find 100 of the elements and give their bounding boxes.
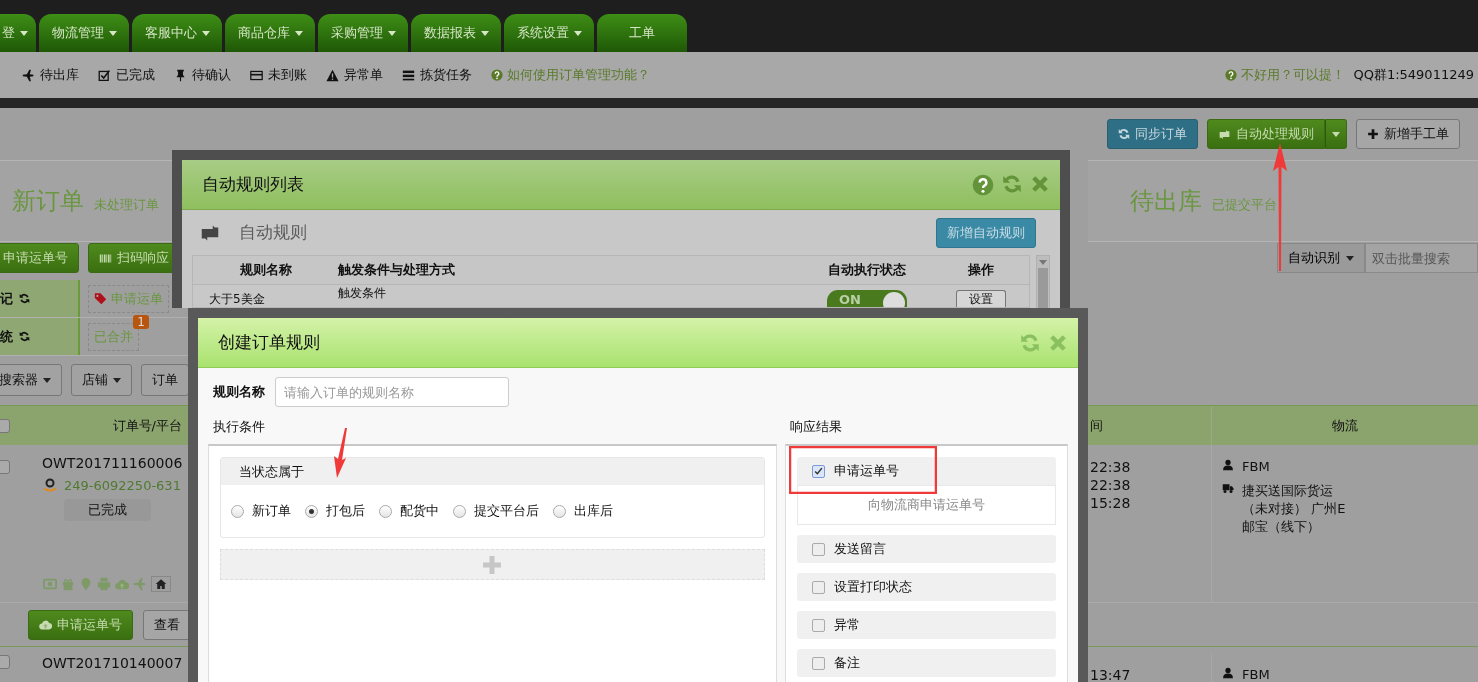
nav-tab[interactable]: 数据报表 — [411, 14, 501, 52]
checkbox-option[interactable]: 备注 — [796, 649, 1056, 677]
step-subtitle: 未处理订单 — [94, 196, 159, 214]
section-label: 响应结果 — [788, 418, 843, 436]
checkbox-option[interactable]: 设置打印状态 — [796, 573, 1056, 601]
subnav-link[interactable]: 待确认 — [174, 66, 231, 84]
annotation-arrow — [334, 428, 347, 478]
option-description: 向物流商申请运单号 — [796, 485, 1056, 525]
checkbox-option[interactable]: 申请运单号 — [796, 457, 1056, 485]
refresh-icon — [1118, 128, 1130, 140]
view-button[interactable]: 查看 — [143, 609, 188, 640]
rule-name-field[interactable]: 请输入订单的规则名称 — [275, 377, 509, 407]
nav-tab[interactable]: 商品仓库 — [225, 14, 315, 52]
checkbox[interactable] — [0, 655, 10, 669]
plane-icon — [22, 68, 35, 82]
subnav-link[interactable]: 已完成 — [98, 66, 155, 84]
radio-option[interactable]: 出库后 — [553, 502, 613, 520]
close-icon[interactable] — [1048, 332, 1068, 353]
close-icon[interactable] — [1030, 173, 1050, 194]
nav-tab[interactable]: 物流管理 — [39, 14, 129, 52]
checkbox[interactable] — [811, 618, 825, 632]
checkbox[interactable] — [811, 464, 825, 478]
sync-button[interactable]: 同步订单 — [1107, 119, 1198, 149]
scrollbar[interactable] — [1036, 255, 1050, 308]
radio-button[interactable] — [553, 504, 566, 518]
home-button[interactable] — [151, 576, 171, 592]
refresh-icon — [19, 331, 30, 342]
refresh-icon[interactable] — [1002, 173, 1022, 194]
subnav-link[interactable]: 待出库 — [22, 66, 79, 84]
qq-group-text: QQ群1:549011249 — [1353, 66, 1474, 84]
radio-button[interactable] — [231, 504, 244, 518]
checkbox[interactable] — [0, 418, 10, 433]
nav-tab[interactable]: 系统设置 — [504, 14, 594, 52]
filter-dropdown[interactable]: 订单 — [141, 364, 188, 396]
radio-option[interactable]: 新订单 — [231, 502, 291, 520]
nav-tab[interactable]: 登 — [0, 14, 36, 52]
order-time: 15:28 — [1090, 495, 1132, 511]
filter-dropdown[interactable]: 店铺 — [71, 364, 132, 396]
refresh-icon — [19, 293, 30, 304]
shipping-text: FBM — [1242, 667, 1270, 682]
radio-option[interactable]: 提交平台后 — [453, 502, 539, 520]
apply-tracking-button[interactable]: 申请运单号 — [28, 609, 133, 640]
count-badge: 1 — [133, 314, 149, 329]
retweet-icon — [1218, 127, 1231, 141]
nav-tab[interactable]: 工单 — [597, 14, 687, 52]
platform-icon — [42, 477, 58, 493]
refresh-icon[interactable] — [1020, 332, 1040, 353]
dialog-title: 创建订单规则 — [218, 331, 320, 354]
credit-card-icon — [250, 68, 263, 82]
checkbox[interactable] — [0, 460, 10, 474]
radio-option[interactable]: 配货中 — [379, 502, 439, 520]
radio-button[interactable] — [305, 504, 318, 518]
gift-icon — [61, 577, 75, 591]
subnav-link[interactable]: 未到账 — [250, 66, 307, 84]
trigger-label: 触发条件 — [338, 285, 387, 302]
add-condition-button[interactable] — [220, 549, 765, 580]
radio-button[interactable] — [379, 504, 392, 518]
field-label: 规则名称 — [213, 383, 265, 401]
caret-icon — [1039, 260, 1047, 265]
truck-icon — [1222, 482, 1234, 494]
map-pin-icon — [79, 577, 93, 591]
barcode-icon — [99, 251, 112, 265]
plus-icon — [1367, 128, 1379, 140]
subnav-link[interactable]: 异常单 — [326, 66, 383, 84]
user-icon — [1222, 459, 1234, 471]
user-icon — [1222, 667, 1234, 679]
search-mode-dropdown[interactable]: 自动识别 — [1277, 243, 1365, 273]
nav-tab[interactable]: 客服中心 — [132, 14, 222, 52]
checked-box-icon — [98, 68, 111, 82]
shipping-text: 捷买送国际货运（未对接） 广州E邮宝（线下） — [1242, 482, 1347, 536]
add-button[interactable]: 新增手工单 — [1356, 119, 1460, 149]
checkbox[interactable] — [811, 580, 825, 594]
auto-rules-button[interactable]: 自动处理规则 — [1207, 119, 1325, 149]
checkbox[interactable] — [811, 542, 825, 556]
check-mark-icon — [813, 466, 823, 476]
search-field[interactable]: 双击批量搜索 — [1365, 243, 1478, 273]
subnav-link[interactable]: 拣货任务 — [402, 66, 472, 84]
section-heading: 自动规则 — [239, 221, 307, 244]
order-time: 22:38 — [1090, 459, 1132, 475]
nav-tab[interactable]: 采购管理 — [318, 14, 408, 52]
caret-icon — [43, 377, 51, 383]
dropdown-toggle[interactable] — [1325, 119, 1347, 149]
dialog-title: 自动规则列表 — [202, 173, 304, 196]
settings-button[interactable]: 设置 — [955, 290, 1006, 307]
caret-icon — [113, 377, 121, 383]
column-header: 间 — [1090, 416, 1103, 435]
checkbox-option[interactable]: 异常 — [796, 611, 1056, 639]
order-number: OWT201710140007 — [42, 655, 183, 671]
apply-tracking-button[interactable]: 申请运单号 — [0, 243, 79, 273]
order-time: 13:47 — [1090, 667, 1132, 682]
radio-button[interactable] — [453, 504, 466, 518]
checkbox-option[interactable]: 发送留言 — [796, 535, 1056, 563]
caret-icon — [1346, 255, 1354, 261]
help-icon[interactable] — [972, 173, 994, 196]
radio-option[interactable]: 打包后 — [305, 502, 365, 520]
checkbox[interactable] — [811, 656, 825, 670]
column-header: 触发条件与处理方式 — [338, 261, 456, 279]
help-icon — [491, 69, 503, 81]
rule-name: 大于5美金 — [208, 291, 266, 307]
shipping-text: FBM — [1242, 459, 1270, 474]
